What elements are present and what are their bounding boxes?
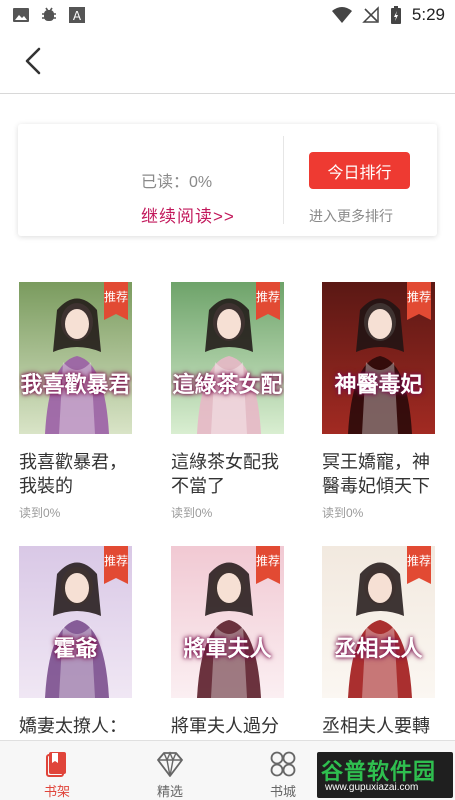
recommend-badge: 推荐 (104, 546, 128, 584)
image-icon (13, 8, 29, 22)
bug-icon (42, 7, 56, 21)
book-title[interactable]: 冥王嬌寵，神醫毒妃傾天下 (322, 450, 437, 498)
svg-text:A: A (73, 9, 82, 23)
cover-title: 我喜歡暴君 (20, 372, 131, 398)
card-divider (283, 136, 284, 224)
book-item[interactable]: 這綠茶女配 推荐這綠茶女配我不當了读到0% (171, 282, 286, 521)
app-header (0, 32, 455, 94)
recommend-badge: 推荐 (256, 546, 280, 584)
battery-charging-icon (390, 6, 401, 24)
more-rankings-link[interactable]: 进入更多排行 (309, 206, 393, 226)
tab-bookshelf[interactable]: 书架 (2, 741, 112, 800)
tab-featured[interactable]: 精选 (115, 741, 225, 800)
book-title[interactable]: 這綠茶女配我不當了 (171, 450, 286, 498)
recommend-badge: 推荐 (407, 546, 431, 584)
today-ranking-button[interactable]: 今日排行 (309, 152, 410, 189)
status-bar: A 5:29 (0, 0, 455, 32)
book-item[interactable]: 將軍夫人推荐將軍夫人過分美 (171, 546, 286, 768)
watermark-logo: 谷普软件园 www.gupuxiazai.com (317, 752, 453, 798)
book-cover[interactable]: 丞相夫人 推荐 (322, 546, 435, 698)
grid-icon (270, 751, 296, 777)
watermark-url: www.gupuxiazai.com (325, 782, 419, 793)
book-item[interactable]: 神醫毒妃 推荐冥王嬌寵，神醫毒妃傾天下读到0% (322, 282, 437, 521)
book-item[interactable]: 丞相夫人推荐丞相夫人要轉正 (322, 546, 437, 768)
read-progress-text: 已读：0% (141, 174, 213, 191)
book-cover[interactable]: 這綠茶女配 推荐 (171, 282, 284, 434)
wifi-icon (331, 7, 352, 23)
book-cover[interactable]: 霍爺 推荐 (19, 546, 132, 698)
cover-title: 丞相夫人 (334, 636, 423, 662)
cover-title: 這綠茶女配 (172, 372, 283, 398)
chevron-left-icon[interactable] (18, 44, 52, 78)
book-icon (46, 752, 66, 777)
book-read-progress: 读到0% (19, 506, 61, 520)
diamond-icon (157, 751, 183, 777)
book-item[interactable]: 霍爺推荐嬌妻太撩人：霍爺 (19, 546, 134, 768)
book-cover[interactable]: 神醫毒妃 推荐 (322, 282, 435, 434)
book-item[interactable]: 我喜歡暴君 推荐我喜歡暴君，我裝的读到0% (19, 282, 134, 521)
continue-reading-link[interactable]: 继续阅读>> (141, 202, 235, 227)
book-cover[interactable]: 將軍夫人 推荐 (171, 546, 284, 698)
tab-label-bookshelf: 书架 (43, 784, 70, 799)
cover-title: 神醫毒妃 (334, 372, 423, 398)
book-title[interactable]: 我喜歡暴君，我裝的 (19, 450, 134, 498)
book-read-progress: 读到0% (322, 506, 364, 520)
reading-progress-card: 已读：0% 继续阅读>> 今日排行 进入更多排行 (18, 124, 437, 236)
recommend-badge: 推荐 (104, 282, 128, 320)
recommend-badge: 推荐 (407, 282, 431, 320)
recommend-badge: 推荐 (256, 282, 280, 320)
tab-label-featured: 精选 (156, 784, 183, 799)
no-signal-icon (362, 6, 379, 23)
cover-title: 將軍夫人 (183, 636, 272, 662)
font-icon: A (69, 7, 85, 23)
clock-time: 5:29 (411, 5, 445, 24)
book-read-progress: 读到0% (171, 506, 213, 520)
cover-title: 霍爺 (53, 636, 98, 662)
book-cover[interactable]: 我喜歡暴君 推荐 (19, 282, 132, 434)
